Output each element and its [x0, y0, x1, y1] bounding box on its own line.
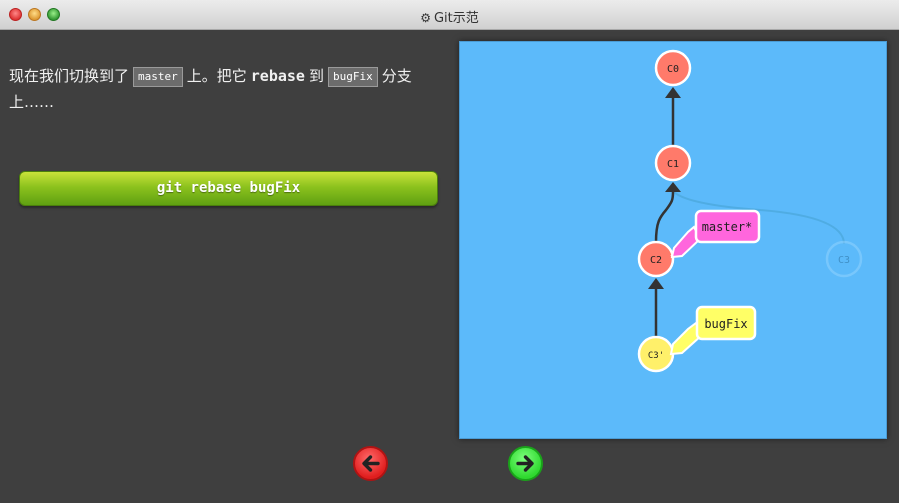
git-graph: C0 C1 C2 C3 C3' master* bugFix	[637, 49, 863, 373]
branch-code-bugfix: bugFix	[327, 67, 378, 87]
commit-c2[interactable]: C2	[637, 240, 675, 278]
gear-icon: ⚙	[420, 11, 431, 25]
instruction-part-1: 现在我们切换到了	[9, 67, 130, 85]
commit-label-c2: C2	[650, 255, 662, 266]
branch-bugfix[interactable]: bugFix	[669, 305, 757, 356]
commit-c0[interactable]: C0	[654, 49, 692, 87]
instruction-part-2: 上。把它	[186, 67, 247, 85]
window-title: ⚙ Git示范	[0, 7, 899, 26]
rebase-keyword: rebase	[250, 67, 305, 85]
forward-arrow-icon	[516, 455, 534, 472]
arrowhead-c2	[648, 278, 664, 289]
commit-c3-faded: C3	[825, 240, 863, 278]
window-titlebar: ⚙ Git示范	[0, 0, 899, 30]
edge-c2-c1	[654, 191, 675, 243]
instructions-text: 现在我们切换到了 master 上。把它 rebase 到 bugFix 分支上……	[9, 63, 449, 115]
commit-c3-prime[interactable]: C3'	[637, 335, 675, 373]
git-graph-canvas: C0 C1 C2 C3 C3' master* bugFix	[459, 41, 887, 439]
branch-code-master: master	[133, 67, 183, 87]
window-title-text: Git示范	[433, 11, 479, 26]
back-arrow-icon	[362, 455, 380, 472]
commit-label-c0: C0	[667, 64, 679, 75]
commit-label-c1: C1	[667, 159, 679, 170]
arrowhead-c1	[665, 182, 681, 192]
commit-label-c3: C3	[838, 255, 850, 266]
commit-c1[interactable]: C1	[654, 144, 692, 182]
branch-master[interactable]: master*	[670, 209, 761, 259]
run-command-button[interactable]: git rebase bugFix	[19, 171, 438, 206]
instruction-part-3: 到	[308, 67, 324, 85]
back-button[interactable]	[353, 446, 388, 481]
branch-label-master: master*	[702, 220, 753, 234]
forward-button[interactable]	[508, 446, 543, 481]
arrowhead-c0	[665, 87, 681, 98]
commit-label-c3-prime: C3'	[648, 351, 664, 361]
branch-label-bugfix: bugFix	[704, 317, 747, 331]
